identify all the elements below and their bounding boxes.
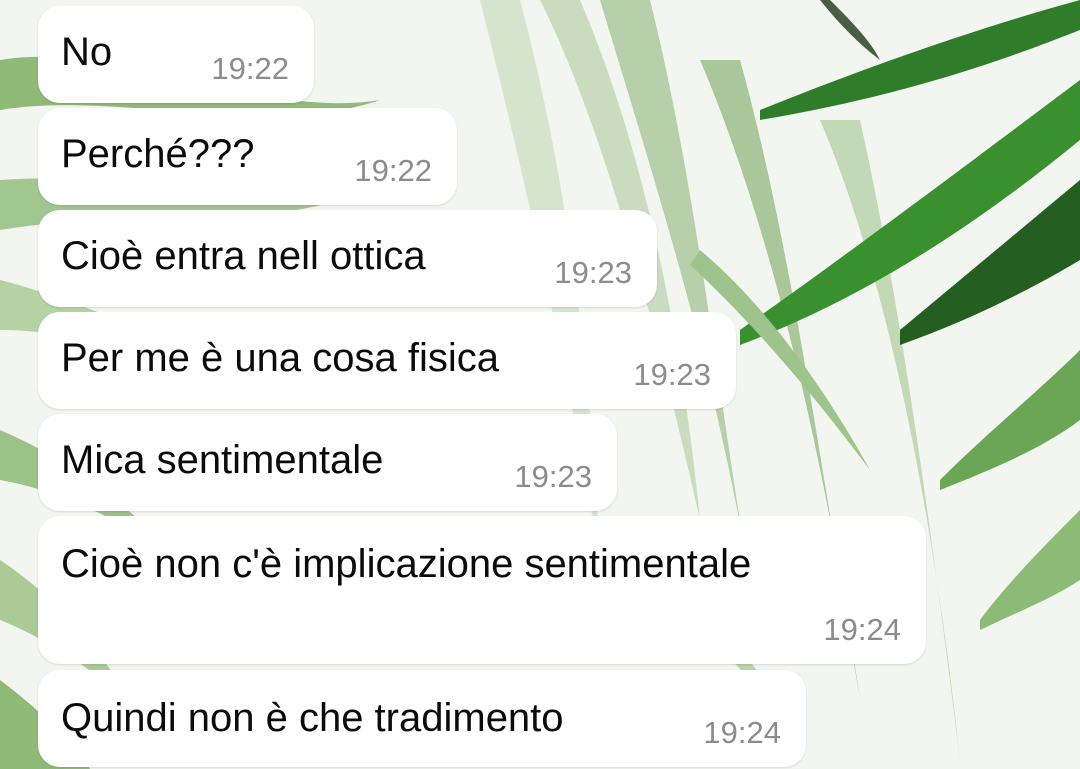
message-timestamp: 19:23 (633, 357, 711, 392)
message-text: Quindi non è che tradimento (61, 696, 564, 740)
message-timestamp: 19:23 (514, 459, 592, 494)
message-bubble[interactable]: Per me è una cosa fisica 19:23 (38, 312, 736, 409)
message-bubble[interactable]: Perché??? 19:22 (38, 108, 457, 205)
message-timestamp: 19:24 (703, 715, 781, 750)
message-text: No (61, 30, 113, 74)
message-timestamp: 19:22 (211, 51, 289, 86)
message-text: Cioè entra nell ottica (61, 234, 426, 278)
message-timestamp: 19:22 (354, 153, 432, 188)
message-text: Mica sentimentale (61, 438, 384, 482)
message-timestamp: 19:24 (823, 612, 901, 647)
message-bubble[interactable]: Quindi non è che tradimento 19:24 (38, 670, 806, 767)
message-text: Cioè non c'è implicazione sentimentale (61, 542, 752, 586)
chat-view[interactable]: No 19:22 Perché??? 19:22 Cioè entra nell… (0, 0, 1080, 769)
message-text: Per me è una cosa fisica (61, 336, 499, 380)
message-bubble[interactable]: No 19:22 (38, 6, 314, 103)
message-bubble[interactable]: Cioè non c'è implicazione sentimentale 1… (38, 516, 926, 664)
message-timestamp: 19:23 (554, 255, 632, 290)
message-bubble[interactable]: Cioè entra nell ottica 19:23 (38, 210, 657, 307)
message-text: Perché??? (61, 132, 255, 176)
message-bubble[interactable]: Mica sentimentale 19:23 (38, 414, 617, 511)
